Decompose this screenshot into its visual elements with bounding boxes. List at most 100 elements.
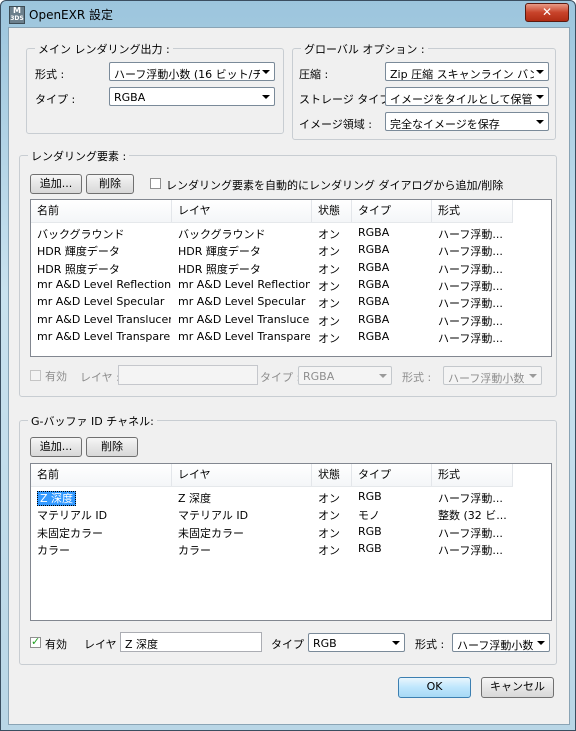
cell-format: ハーフ浮動... (438, 245, 503, 259)
main-type-select[interactable]: RGBA (109, 87, 275, 106)
cell-format: ハーフ浮動... (438, 228, 503, 241)
column-header-state[interactable]: 状態 (312, 200, 352, 222)
image-region-label: イメージ領域 : (299, 118, 372, 131)
list-row[interactable]: マテリアル ID マテリアル ID オン モノ 整数 (32 ビ... (31, 505, 551, 522)
cell-layer: mr A&D Level Specular (178, 295, 306, 309)
cell-format: 整数 (32 ビ... (438, 509, 507, 523)
render-enabled-checkbox[interactable] (30, 370, 41, 381)
storage-type-label: ストレージ タイプ : (299, 93, 398, 106)
cell-layer: mr A&D Level Reflections (178, 277, 310, 291)
cell-name: mr A&D Level Specular (37, 295, 165, 309)
compression-select[interactable]: Zip 圧縮 スキャンライン バンド (385, 62, 549, 81)
render-enabled-label: 有効 (45, 370, 67, 383)
render-layer-input[interactable] (118, 365, 258, 385)
render-format-label: 形式 : (402, 371, 432, 384)
chevron-down-icon (388, 634, 404, 651)
list-row[interactable]: HDR 輝度データ HDR 輝度データ オン RGBA ハーフ浮動... (31, 241, 551, 258)
cell-state: オン (318, 245, 340, 259)
cell-format: ハーフ浮動... (438, 331, 503, 345)
cancel-button[interactable]: キャンセル (481, 677, 554, 698)
render-type-select[interactable]: RGBA (298, 366, 392, 385)
cell-state: オン (318, 509, 340, 523)
cell-state: オン (318, 314, 340, 328)
close-button[interactable]: ✕ (525, 3, 569, 22)
title-bar[interactable]: M 3DS OpenEXR 設定 ✕ (1, 1, 575, 27)
main-output-legend: メイン レンダリング出力 : (35, 41, 173, 57)
render-type-label: タイプ : (260, 371, 301, 384)
column-header-type[interactable]: タイプ (352, 200, 432, 222)
gbuffer-add-button[interactable]: 追加... (30, 437, 82, 457)
list-row[interactable]: Z 深度 Z 深度 オン RGB ハーフ浮動... (31, 488, 551, 506)
checkmark-icon: ✓ (31, 635, 41, 648)
auto-add-checkbox[interactable] (150, 178, 161, 189)
cell-type: RGBA (358, 226, 390, 239)
cell-name: Z 深度 (37, 490, 171, 506)
column-header-state[interactable]: 状態 (312, 464, 352, 486)
list-row[interactable]: カラー カラー オン RGB ハーフ浮動... (31, 540, 551, 557)
cell-name: カラー (37, 543, 70, 557)
cell-name: バックグラウンド (37, 228, 125, 241)
cell-name: mr A&D Level Translucency (37, 312, 171, 326)
chevron-down-icon (532, 113, 548, 130)
storage-type-select[interactable]: イメージをタイルとして保管 (385, 87, 549, 106)
gbuffer-list[interactable]: 名前 レイヤ 状態 タイプ 形式 Z 深度 Z 深度 オン RGB ハーフ浮動... マテ… (30, 463, 552, 621)
cell-type: RGB (358, 541, 382, 555)
list-row[interactable]: 未固定カラー 未固定カラー オン RGB ハーフ浮動... (31, 523, 551, 540)
cell-format: ハーフ浮動... (438, 543, 503, 557)
list-row[interactable]: mr A&D Level Transpare... mr A&D Level Tr… (31, 328, 551, 345)
gbuffer-legend: G-バッファ ID チャネル: (28, 413, 157, 429)
main-format-select[interactable]: ハーフ浮動小数 (16 ビット/チャ (109, 62, 275, 81)
render-elements-list[interactable]: 名前 レイヤ 状態 タイプ 形式 バックグラウンド バックグラウンド オン RGBA ハ… (30, 199, 552, 357)
cell-type: モノ (358, 509, 380, 523)
list-row[interactable]: mr A&D Level Specular mr A&D Level Specul… (31, 293, 551, 310)
list-row[interactable]: HDR 照度データ HDR 照度データ オン RGBA ハーフ浮動... (31, 259, 551, 276)
format-label: 形式 : (35, 68, 65, 81)
cell-type: RGBA (358, 329, 390, 343)
cell-format: ハーフ浮動... (438, 526, 503, 540)
cell-name: HDR 輝度データ (37, 245, 120, 259)
gbuffer-delete-button[interactable]: 削除 (86, 437, 138, 457)
chevron-down-icon (533, 634, 549, 651)
cell-state: オン (318, 331, 340, 345)
gbuffer-type-select[interactable]: RGB (308, 633, 405, 652)
column-header-format[interactable]: 形式 (432, 464, 513, 486)
column-header-name[interactable]: 名前 (31, 464, 172, 486)
render-add-button[interactable]: 追加... (30, 174, 82, 194)
dialog-window: M 3DS OpenEXR 設定 ✕ メイン レンダリング出力 : 形式 : ハー… (0, 0, 576, 731)
gbuffer-layer-input[interactable]: Z 深度 (120, 632, 262, 652)
chevron-down-icon (258, 88, 274, 105)
render-format-select[interactable]: ハーフ浮動小数 (443, 366, 542, 385)
cell-layer: mr A&D Level Transluce... (178, 312, 310, 326)
main-output-group: メイン レンダリング出力 : 形式 : ハーフ浮動小数 (16 ビット/チャ タ… (26, 41, 284, 134)
cell-name: mr A&D Level Transpare... (37, 329, 171, 343)
cell-type: RGB (358, 524, 382, 538)
cell-format: ハーフ浮動... (438, 262, 503, 276)
column-header-name[interactable]: 名前 (31, 200, 172, 222)
cell-state: オン (318, 297, 340, 311)
cell-layer: Z 深度 (178, 492, 212, 505)
chevron-down-icon (375, 367, 391, 384)
list-row[interactable]: mr A&D Level Reflections mr A&D Level Ref… (31, 276, 551, 293)
column-header-layer[interactable]: レイヤ (172, 464, 312, 486)
gbuffer-enabled-checkbox[interactable]: ✓ (30, 635, 41, 648)
render-elements-group: レンダリング要素 : 追加... 削除 レンダリング要素を自動的にレンダリング … (19, 148, 557, 397)
image-region-select[interactable]: 完全なイメージを保存 (385, 112, 549, 131)
column-header-format[interactable]: 形式 (432, 200, 513, 222)
global-options-legend: グローバル オプション : (301, 41, 428, 57)
chevron-down-icon (532, 63, 548, 80)
chevron-down-icon (532, 88, 548, 105)
render-layer-label: レイヤ : (80, 371, 120, 384)
gbuffer-format-label: 形式 : (415, 638, 445, 651)
render-elements-legend: レンダリング要素 : (28, 148, 130, 164)
column-header-layer[interactable]: レイヤ (172, 200, 312, 222)
column-header-type[interactable]: タイプ (352, 464, 432, 486)
gbuffer-group: G-バッファ ID チャネル: 追加... 削除 名前 レイヤ 状態 タイプ 形… (19, 413, 557, 665)
cell-name: HDR 照度データ (37, 262, 120, 276)
cell-state: オン (318, 279, 340, 293)
list-row[interactable]: mr A&D Level Translucency mr A&D Level Tr… (31, 311, 551, 328)
list-row[interactable]: バックグラウンド バックグラウンド オン RGBA ハーフ浮動... (31, 224, 551, 241)
cell-type: RGB (358, 490, 382, 503)
ok-button[interactable]: OK (398, 677, 471, 698)
gbuffer-format-select[interactable]: ハーフ浮動小数 (452, 633, 550, 652)
render-delete-button[interactable]: 削除 (86, 174, 134, 194)
